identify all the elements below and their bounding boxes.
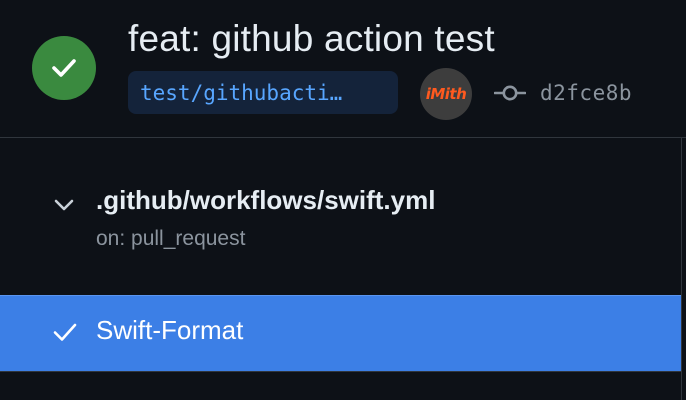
check-icon — [53, 323, 77, 341]
commit-title: feat: github action test — [128, 18, 495, 59]
check-circle-icon — [32, 36, 96, 100]
run-header: feat: github action test test/githubacti… — [0, 0, 686, 138]
workflow-run-view: feat: github action test test/githubacti… — [0, 0, 686, 400]
chevron-down-icon[interactable] — [52, 195, 76, 215]
author-avatar[interactable]: iMith — [420, 68, 472, 120]
job-item-swift-format[interactable]: Swift-Format — [0, 295, 681, 371]
workflow-trigger: on: pull_request — [96, 227, 246, 250]
git-commit-icon — [494, 85, 526, 101]
job-label: Swift-Format — [96, 315, 244, 345]
commit-sha-link[interactable]: d2fce8b — [540, 81, 632, 105]
workflow-file-name[interactable]: .github/workflows/swift.yml — [96, 185, 435, 216]
branch-label[interactable]: test/githubacti… — [128, 71, 398, 114]
avatar-logo-text: iMith — [425, 85, 467, 103]
divider — [0, 371, 681, 372]
